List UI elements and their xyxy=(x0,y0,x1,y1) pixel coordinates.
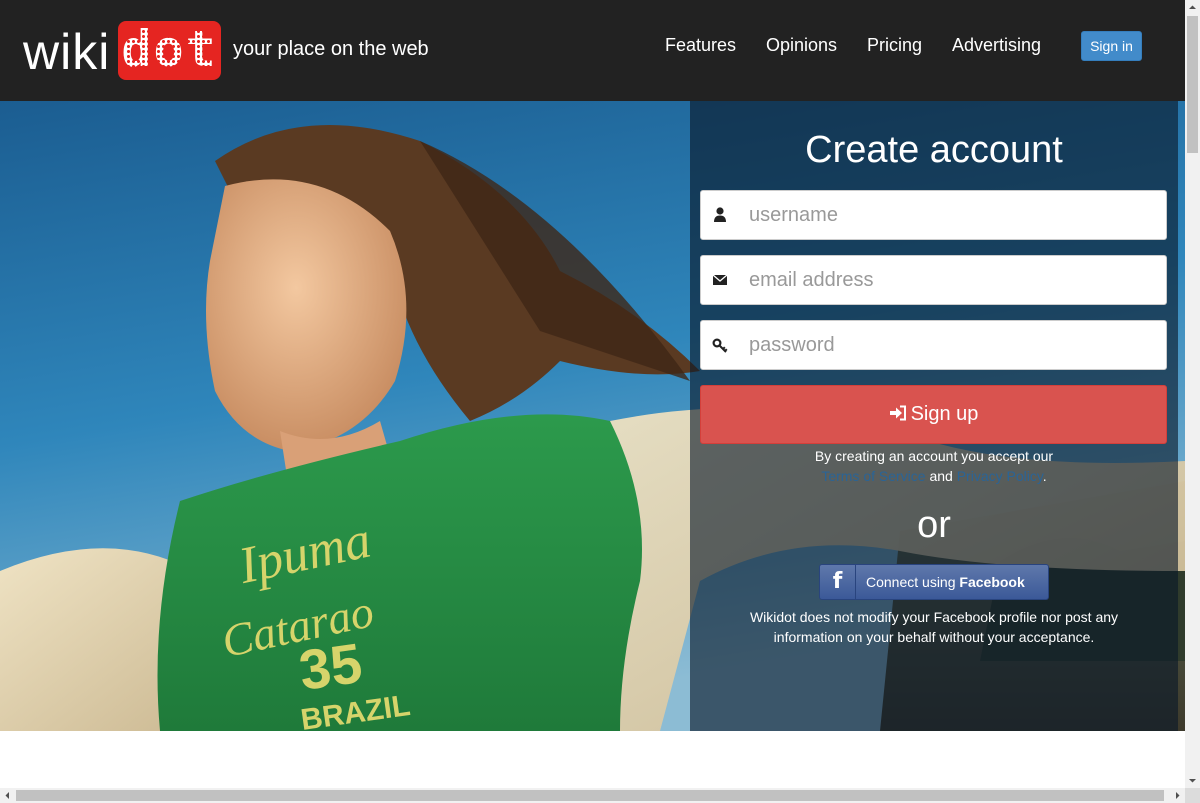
key-icon xyxy=(712,338,728,353)
email-input[interactable] xyxy=(749,256,1159,304)
facebook-connect-text: Connect using xyxy=(866,574,956,590)
scroll-left-arrow-icon[interactable] xyxy=(0,788,15,803)
facebook-brand-text: Facebook xyxy=(959,574,1025,590)
page-viewport: wiki dot your place on the web Features … xyxy=(0,0,1185,788)
logo-dot-text: dot xyxy=(121,20,218,78)
sign-up-button[interactable]: Sign up xyxy=(700,385,1167,444)
username-field[interactable] xyxy=(700,190,1167,240)
logo-wiki-text[interactable]: wiki xyxy=(23,24,110,80)
nav-features[interactable]: Features xyxy=(665,35,736,56)
connect-facebook-button[interactable]: f Connect using Facebook xyxy=(819,564,1049,600)
terms-suffix: . xyxy=(1042,468,1047,484)
terms-prefix: By creating an account you accept our xyxy=(814,448,1054,464)
scroll-up-arrow-icon[interactable] xyxy=(1185,0,1200,15)
sign-in-button[interactable]: Sign in xyxy=(1081,31,1142,61)
sign-in-icon xyxy=(889,405,906,421)
signup-title: Create account xyxy=(805,129,1063,171)
svg-text:35: 35 xyxy=(295,631,365,702)
scrollbar-corner xyxy=(1185,788,1200,803)
site-header: wiki dot your place on the web Features … xyxy=(0,0,1185,101)
facebook-button-label: Connect using Facebook xyxy=(866,565,1025,599)
facebook-privacy-note: Wikidot does not modify your Facebook pr… xyxy=(749,609,1119,645)
terms-notice: By creating an account you accept our Te… xyxy=(690,446,1178,486)
privacy-policy-link[interactable]: Privacy Policy xyxy=(957,468,1043,484)
horizontal-scrollbar[interactable] xyxy=(0,788,1185,803)
password-input[interactable] xyxy=(749,321,1159,369)
nav-opinions[interactable]: Opinions xyxy=(766,35,837,56)
envelope-icon xyxy=(712,274,728,285)
email-field[interactable] xyxy=(700,255,1167,305)
terms-of-service-link[interactable]: Terms of Service xyxy=(821,468,925,484)
facebook-icon: f xyxy=(820,565,856,599)
nav-advertising[interactable]: Advertising xyxy=(952,35,1041,56)
nav-pricing[interactable]: Pricing xyxy=(867,35,922,56)
logo-dot-badge[interactable]: dot xyxy=(118,21,221,80)
terms-and: and xyxy=(929,468,953,484)
horizontal-scroll-thumb[interactable] xyxy=(16,790,1164,801)
vertical-scroll-thumb[interactable] xyxy=(1187,16,1198,153)
user-icon xyxy=(714,207,726,222)
scroll-right-arrow-icon[interactable] xyxy=(1170,788,1185,803)
scroll-down-arrow-icon[interactable] xyxy=(1185,773,1200,788)
sign-up-label: Sign up xyxy=(910,403,979,425)
signup-panel: Create account username email address Si… xyxy=(690,101,1178,731)
vertical-scrollbar[interactable] xyxy=(1185,0,1200,788)
tagline: your place on the web xyxy=(233,38,429,60)
hero-section: Ipuma Catarao 35 BRAZIL Create account u… xyxy=(0,101,1185,731)
username-input[interactable] xyxy=(749,191,1159,239)
or-divider: or xyxy=(917,504,951,546)
password-field[interactable] xyxy=(700,320,1167,370)
